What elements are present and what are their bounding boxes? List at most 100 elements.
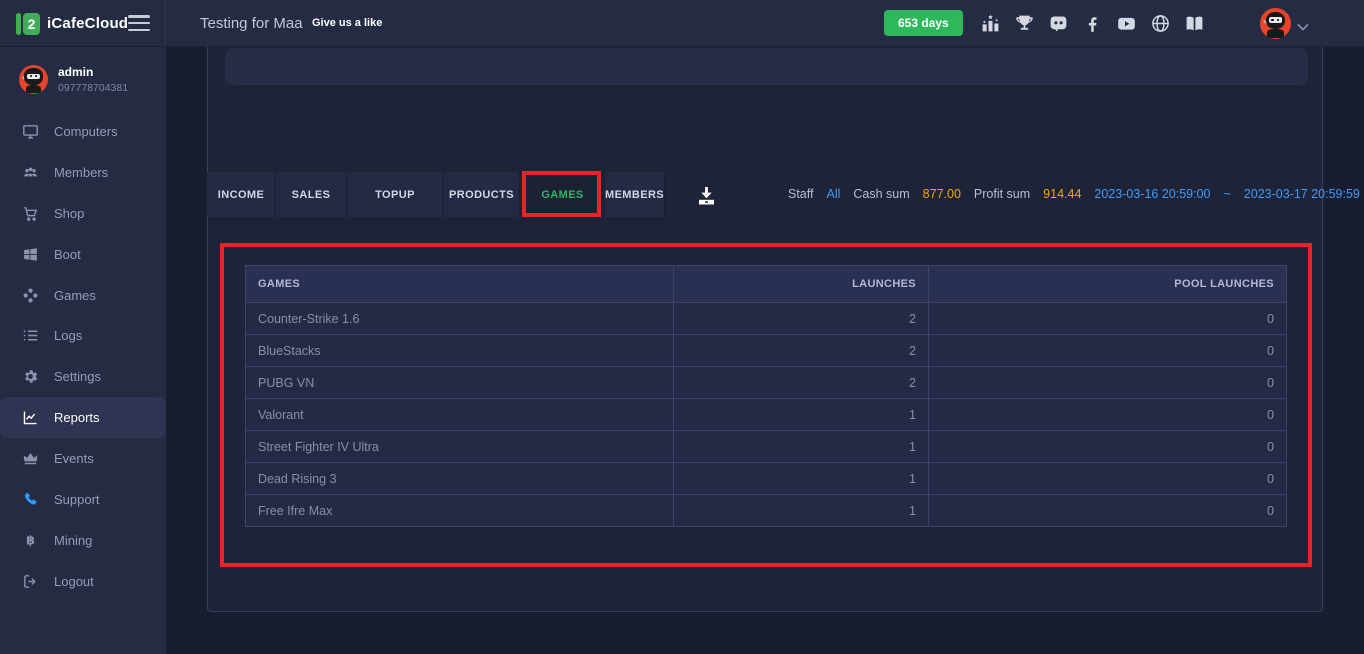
sidebar-item-boot[interactable]: Boot — [0, 234, 166, 275]
crown-icon — [22, 450, 39, 467]
sidebar-item-members[interactable]: Members — [0, 152, 166, 193]
tab-label: GAMES — [541, 189, 583, 201]
sidebar-nav: Computers Members Shop Boot Games — [0, 111, 166, 602]
sidebar-item-label: Settings — [54, 369, 101, 384]
column-header-pool-launches: POOL LAUNCHES — [929, 266, 1286, 302]
tab-topup[interactable]: TOPUP — [347, 172, 444, 217]
sidebar-item-games[interactable]: Games — [0, 275, 166, 316]
sidebar-item-reports[interactable]: Reports — [0, 397, 166, 438]
filter-item-2023-03-16-20-59-00[interactable]: 2023-03-16 20:59:00 — [1094, 187, 1210, 201]
tab-members[interactable]: MEMBERS — [605, 172, 665, 217]
pool-launches-cell: 0 — [929, 303, 1286, 334]
sidebar-item-logout[interactable]: Logout — [0, 561, 166, 602]
game-name-cell: PUBG VN — [246, 367, 674, 398]
sidebar-item-label: Reports — [54, 410, 100, 425]
header-icon-row — [980, 13, 1205, 34]
filter-item-all[interactable]: All — [826, 187, 840, 201]
ranking-icon[interactable] — [980, 13, 1001, 34]
table-row: Dead Rising 3 1 0 — [246, 462, 1286, 494]
ninja-avatar-image — [19, 65, 48, 94]
cart-icon — [22, 205, 39, 222]
user-phone: 097778704381 — [58, 82, 128, 94]
game-name-cell: Dead Rising 3 — [246, 463, 674, 494]
game-name-cell: Valorant — [246, 399, 674, 430]
table-row: PUBG VN 2 0 — [246, 366, 1286, 398]
table-row: Counter-Strike 1.6 2 0 — [246, 302, 1286, 334]
logout-icon — [22, 573, 39, 590]
sidebar-user-avatar[interactable] — [19, 65, 48, 94]
users-icon — [22, 164, 39, 181]
tab-sales[interactable]: SALES — [276, 172, 347, 217]
column-header-launches: LAUNCHES — [674, 266, 929, 302]
filter-item-: ~ — [1223, 187, 1230, 201]
pool-launches-cell: 0 — [929, 367, 1286, 398]
pool-launches-cell: 0 — [929, 495, 1286, 526]
tab-label: INCOME — [218, 189, 264, 201]
chart-area-remnant — [225, 48, 1308, 85]
facebook-icon[interactable] — [1082, 13, 1103, 34]
sidebar-item-label: Shop — [54, 206, 84, 221]
pool-launches-cell: 0 — [929, 463, 1286, 494]
discord-icon[interactable] — [1048, 13, 1069, 34]
sidebar-item-settings[interactable]: Settings — [0, 356, 166, 397]
game-name-cell: Counter-Strike 1.6 — [246, 303, 674, 334]
ninja-avatar-image — [1260, 8, 1291, 39]
launches-cell: 2 — [674, 367, 929, 398]
sidebar-item-label: Logs — [54, 328, 82, 343]
bitcoin-icon: ฿ — [22, 532, 39, 549]
sidebar-item-label: Support — [54, 492, 100, 507]
username: admin — [58, 65, 93, 79]
tab-products[interactable]: PRODUCTS — [444, 172, 520, 217]
svg-text:฿: ฿ — [26, 533, 35, 548]
sidebar-item-label: Games — [54, 288, 96, 303]
monitor-icon — [22, 123, 39, 140]
sidebar: admin 097778704381 Computers Members Sho… — [0, 47, 166, 654]
sidebar-item-label: Logout — [54, 574, 94, 589]
filter-item-profit-sum: Profit sum — [974, 187, 1030, 201]
game-name-cell: BlueStacks — [246, 335, 674, 366]
chart-icon — [22, 409, 39, 426]
trophy-icon[interactable] — [1014, 13, 1035, 34]
sidebar-item-label: Boot — [54, 247, 81, 262]
sidebar-item-support[interactable]: Support — [0, 479, 166, 520]
user-avatar[interactable] — [1260, 8, 1291, 39]
filter-item-staff: Staff — [788, 187, 813, 201]
download-report-icon[interactable] — [694, 184, 719, 208]
globe-icon[interactable] — [1150, 13, 1171, 34]
sidebar-item-logs[interactable]: Logs — [0, 315, 166, 356]
sidebar-item-events[interactable]: Events — [0, 438, 166, 479]
launches-cell: 1 — [674, 495, 929, 526]
menu-toggle-icon[interactable] — [128, 15, 150, 31]
give-us-a-like-link[interactable]: Give us a like — [312, 0, 382, 47]
tab-games[interactable]: GAMES — [520, 172, 605, 217]
sidebar-item-computers[interactable]: Computers — [0, 111, 166, 152]
sidebar-item-shop[interactable]: Shop — [0, 193, 166, 234]
column-header-games: GAMES — [246, 266, 674, 302]
brand-name: iCafeCloud — [47, 15, 128, 32]
launches-cell: 1 — [674, 463, 929, 494]
icafecloud-logo-icon: 2 — [16, 13, 40, 35]
days-remaining-badge[interactable]: 653 days — [884, 10, 963, 36]
book-icon[interactable] — [1184, 13, 1205, 34]
launches-cell: 1 — [674, 399, 929, 430]
list-icon — [22, 327, 39, 344]
chevron-down-icon[interactable] — [1297, 18, 1309, 28]
filter-item-cash-sum: Cash sum — [853, 187, 909, 201]
filter-item-2023-03-17-20-59-59[interactable]: 2023-03-17 20:59:59 — [1244, 187, 1360, 201]
games-table-header: GAMES LAUNCHES POOL LAUNCHES — [246, 266, 1286, 302]
youtube-icon[interactable] — [1116, 13, 1137, 34]
game-name-cell: Free Ifre Max — [246, 495, 674, 526]
tab-label: PRODUCTS — [449, 189, 514, 201]
tab-label: MEMBERS — [605, 189, 664, 201]
gear-icon — [22, 368, 39, 385]
sidebar-item-label: Mining — [54, 533, 92, 548]
sidebar-item-label: Members — [54, 165, 108, 180]
sidebar-item-mining[interactable]: ฿ Mining — [0, 520, 166, 561]
top-bar: 2 iCafeCloud Testing for Maa Give us a l… — [0, 0, 1364, 47]
tab-label: TOPUP — [375, 189, 415, 201]
tab-income[interactable]: INCOME — [207, 172, 276, 217]
phone-icon — [22, 491, 39, 508]
launches-cell: 2 — [674, 335, 929, 366]
pool-launches-cell: 0 — [929, 399, 1286, 430]
report-tabs: INCOME SALES TOPUP PRODUCTS GAMES MEMBER… — [207, 172, 665, 217]
